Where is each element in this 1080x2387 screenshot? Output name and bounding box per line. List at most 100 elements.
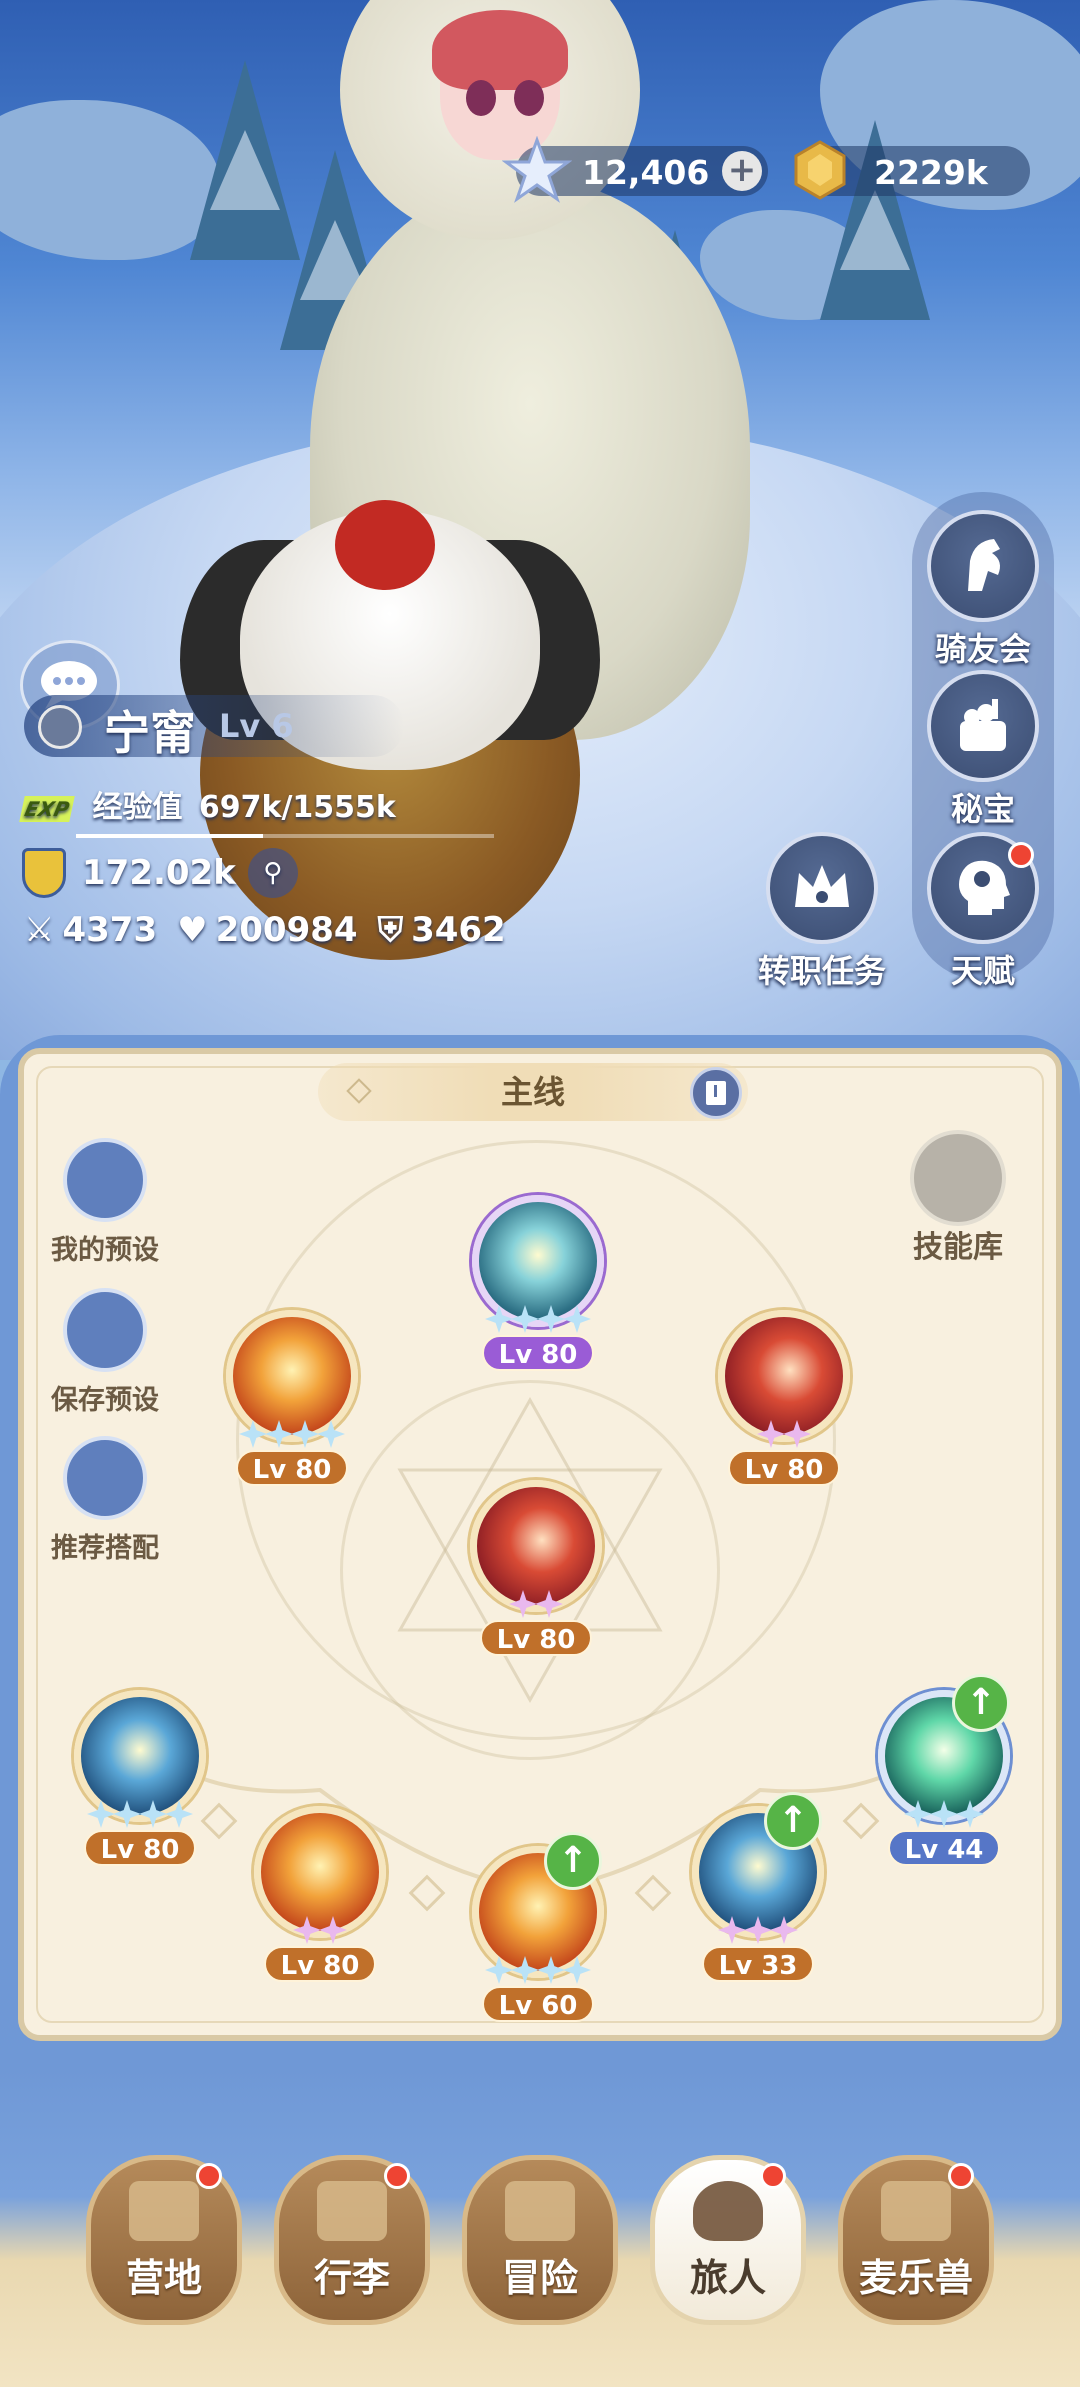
book-icon	[706, 1081, 726, 1105]
attack-value: 4373	[62, 910, 158, 950]
skill-stars	[509, 1590, 563, 1618]
shield-icon: ⛨	[377, 910, 404, 950]
exp-badge: EXP	[19, 795, 75, 822]
crown-emblem-icon	[795, 865, 849, 907]
skill-level-badge: Lv 80	[236, 1450, 348, 1486]
skill-level-badge: Lv 80	[728, 1450, 840, 1486]
nav-pet-badge	[948, 2163, 974, 2189]
nav-camp-label: 营地	[125, 2256, 202, 2300]
nav-traveler-badge	[760, 2163, 786, 2189]
combat-power-shield-icon	[22, 848, 66, 898]
upgrade-arrow-icon[interactable]: ↑	[764, 1792, 822, 1850]
skill-stars	[718, 1916, 798, 1944]
treasure-label: 秘宝	[950, 790, 1015, 828]
job-change-quest-label: 转职任务	[758, 952, 887, 990]
hp-stat: ♥ 200984	[177, 910, 357, 950]
nav-adventure-label: 冒险	[501, 2256, 578, 2300]
traveler-portrait-icon	[693, 2181, 763, 2241]
skill-level-badge: Lv 80	[84, 1830, 196, 1866]
player-name: 宁甯	[104, 706, 196, 760]
stats-row: ⚔ 4373 ♥ 200984 ⛨ 3462	[24, 910, 526, 950]
castle-icon	[129, 2181, 199, 2241]
nav-camp-badge	[196, 2163, 222, 2189]
brain-head-icon	[959, 860, 1010, 915]
floppy-disk-icon	[63, 1288, 147, 1372]
character-eye	[466, 80, 496, 116]
nav-traveler-label: 旅人	[689, 2256, 766, 2300]
hexagon-coin-icon	[794, 140, 846, 200]
skill-level-badge: Lv 80	[480, 1620, 592, 1656]
exp-progress-fill	[76, 834, 264, 838]
defense-stat: ⛨ 3462	[378, 910, 506, 950]
exp-row: EXP 经验值 697k/1555k	[19, 782, 396, 826]
gem-amount: 12,406	[582, 153, 710, 192]
attack-stat: ⚔ 4373	[24, 910, 157, 950]
chest-icon	[317, 2181, 387, 2241]
skill-slot-right[interactable]: Lv 80	[718, 1310, 850, 1486]
gold-counter: 2229k	[794, 140, 1030, 200]
hp-value: 200984	[215, 910, 358, 950]
skill-slot-top[interactable]: Lv 80	[472, 1195, 604, 1371]
talent-label: 天赋	[950, 952, 1015, 990]
snow-rock	[0, 100, 220, 260]
player-name-bar[interactable]: 宁甯 Lv 6	[24, 695, 404, 760]
treasure-button[interactable]: 秘宝	[927, 670, 1039, 830]
treasure-box-icon	[960, 699, 1006, 751]
combat-power-value: 172.02k	[82, 853, 236, 893]
tab-main-line[interactable]: 主线	[318, 1063, 748, 1121]
skill-slot-bottom-1[interactable]: Lv 80	[74, 1690, 206, 1866]
skill-level-badge: Lv 80	[264, 1946, 376, 1982]
nav-adventure[interactable]: 冒险	[460, 2155, 620, 2345]
skill-slot-bottom-2[interactable]: Lv 80	[254, 1806, 386, 1982]
player-level: Lv 6	[219, 707, 294, 745]
add-gems-button[interactable]: +	[722, 151, 762, 191]
heart-icon: ♥	[177, 910, 208, 950]
gold-amount: 2229k	[874, 153, 988, 192]
skill-stars	[87, 1800, 193, 1828]
job-change-quest-button[interactable]: 转职任务	[758, 832, 886, 992]
riding-club-button[interactable]: 骑友会	[927, 510, 1039, 670]
card-icon	[63, 1138, 147, 1222]
crystal-star-icon	[502, 136, 572, 203]
skill-stars	[904, 1800, 984, 1828]
skill-stars	[293, 1916, 347, 1944]
skill-stars	[485, 1956, 591, 1984]
talent-notification-dot	[1008, 842, 1034, 868]
nav-luggage-label: 行李	[313, 2256, 390, 2300]
skill-level-badge: Lv 33	[702, 1946, 814, 1982]
my-preset-label: 我的预设	[51, 1235, 159, 1266]
nav-luggage[interactable]: 行李	[272, 2155, 432, 2345]
nav-camp[interactable]: 营地	[84, 2155, 244, 2345]
riding-club-label: 骑友会	[934, 630, 1031, 668]
power-detail-search-button[interactable]: ⚲	[247, 848, 298, 898]
skill-level-badge: Lv 80	[482, 1335, 594, 1371]
skill-library-label: 技能库	[913, 1230, 1003, 1265]
save-preset-button[interactable]: 保存预设	[20, 1288, 190, 1417]
exp-progress-bar	[76, 834, 494, 838]
skill-level-badge: Lv 60	[482, 1986, 594, 2022]
upgrade-arrow-icon[interactable]: ↑	[544, 1832, 602, 1890]
crossed-swords-icon	[505, 2181, 575, 2241]
skill-book-button[interactable]	[690, 1067, 742, 1119]
crossed-swords-icon: ⚔	[24, 910, 55, 950]
gem-counter: 12,406 +	[502, 136, 768, 203]
skill-library-button[interactable]: 技能库	[898, 1130, 1018, 1266]
skill-slot-center[interactable]: Lv 80	[470, 1480, 602, 1656]
defense-value: 3462	[411, 910, 506, 950]
upgrade-arrow-icon[interactable]: ↑	[952, 1674, 1010, 1732]
skill-stars	[239, 1420, 345, 1448]
recommended-build-label: 推荐搭配	[51, 1533, 159, 1564]
skill-level-badge: Lv 44	[888, 1830, 1000, 1866]
recommended-build-button[interactable]: 推荐搭配	[20, 1436, 190, 1565]
character-eye	[514, 80, 544, 116]
swirl-icon	[63, 1436, 147, 1520]
exp-value: 697k/1555k	[198, 790, 396, 825]
character-hair	[432, 10, 568, 90]
class-emblem-icon	[38, 705, 82, 749]
nav-pet[interactable]: 麦乐兽	[836, 2155, 996, 2345]
save-preset-label: 保存预设	[51, 1385, 159, 1416]
my-preset-button[interactable]: 我的预设	[20, 1138, 190, 1267]
crescent-moon-icon	[910, 1130, 1006, 1226]
nav-traveler[interactable]: 旅人	[648, 2155, 808, 2345]
skill-slot-left[interactable]: Lv 80	[226, 1310, 358, 1486]
